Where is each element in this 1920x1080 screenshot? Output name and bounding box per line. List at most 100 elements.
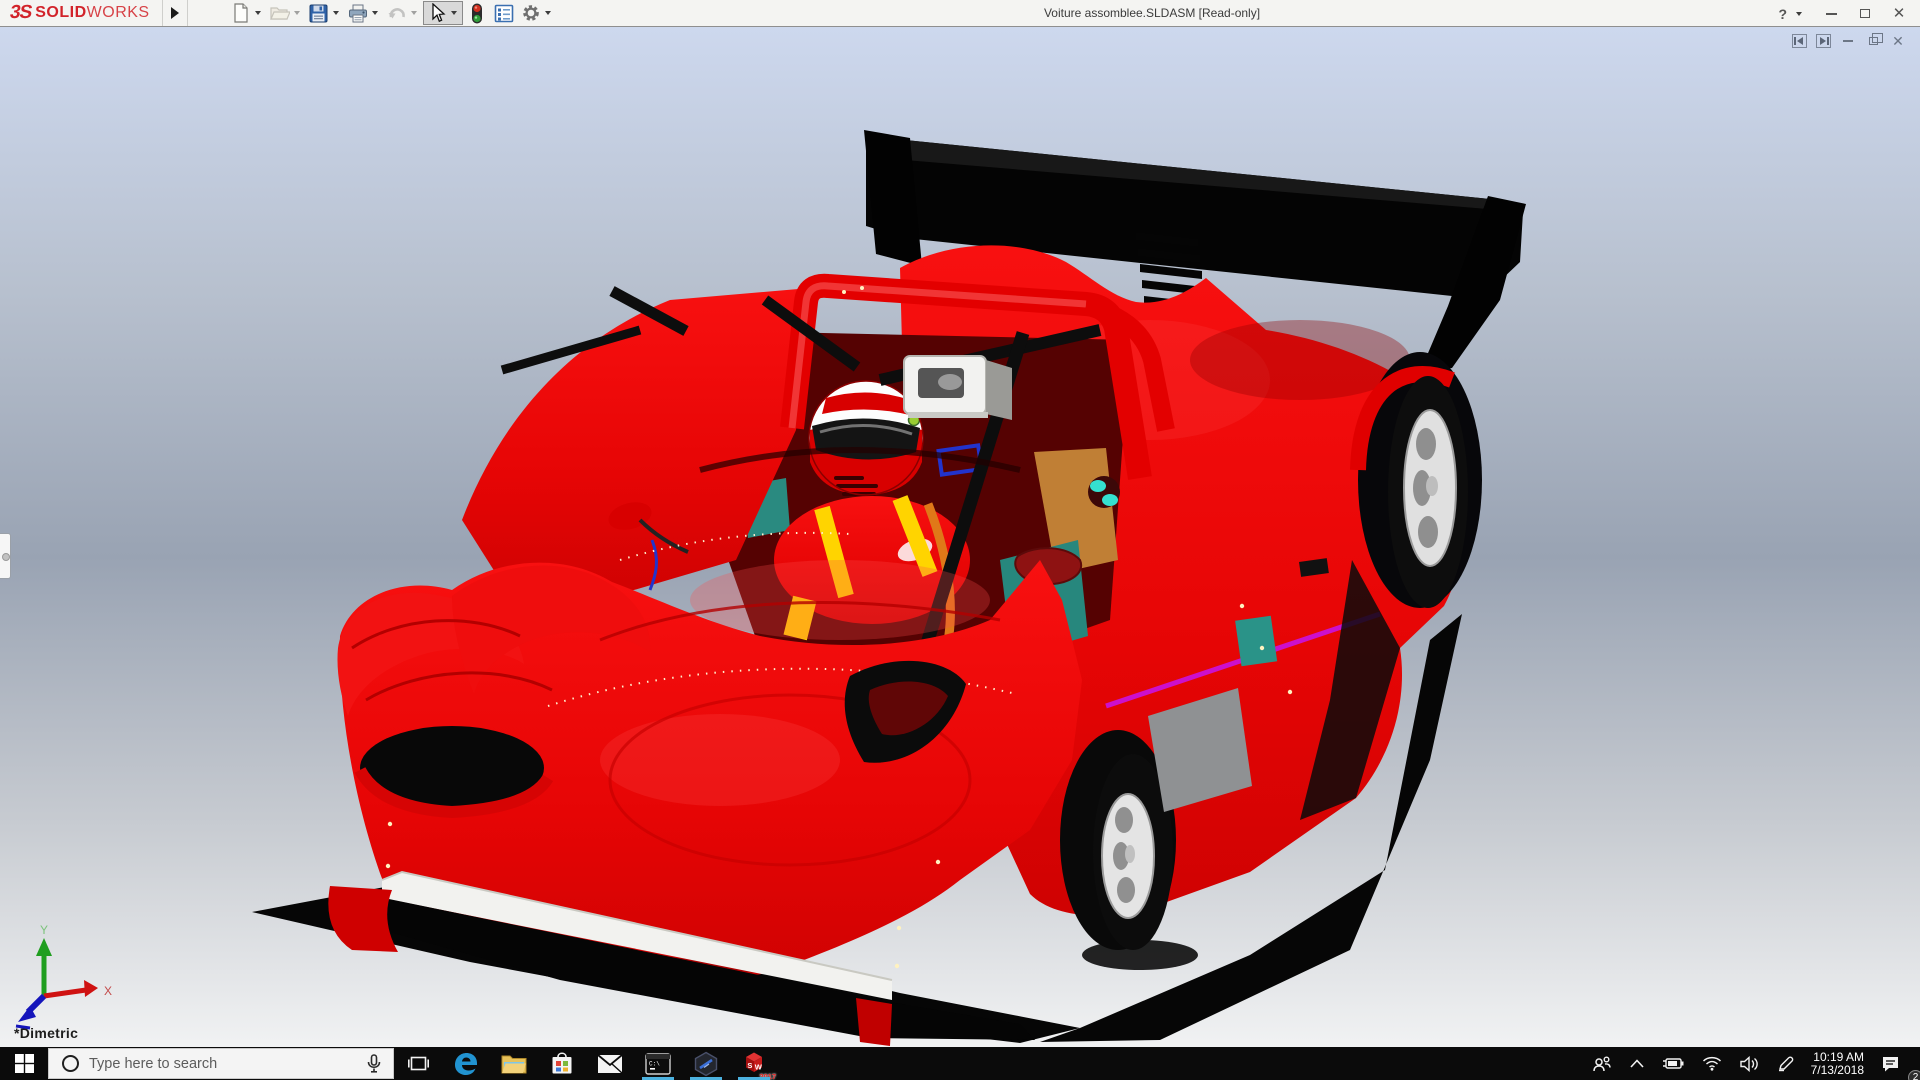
solidworks-logo-mark: 3S	[8, 2, 33, 24]
solidworks-logo-works: WORKS	[87, 4, 150, 22]
solidworks-window: 3S SOLID WORKS	[0, 0, 1920, 1080]
menu-flyout-button[interactable]	[162, 0, 188, 26]
help-button[interactable]: ?	[1776, 6, 1789, 22]
tile-right-pane-button[interactable]	[1816, 34, 1831, 48]
pen-button[interactable]	[1768, 1047, 1803, 1080]
window-controls: ? ✕	[1776, 0, 1914, 27]
print-button[interactable]	[345, 1, 383, 25]
action-center-icon	[1881, 1055, 1900, 1073]
rebuild-traffic-light-icon	[466, 2, 488, 24]
close-button[interactable]: ✕	[1884, 3, 1914, 25]
restore-button[interactable]	[1850, 3, 1880, 25]
print-dropdown[interactable]	[372, 11, 378, 15]
undo-button[interactable]	[384, 1, 422, 25]
settings-gear-icon	[520, 2, 542, 24]
save-button[interactable]	[306, 1, 344, 25]
select-dropdown[interactable]	[451, 11, 457, 15]
document-restore-icon	[1869, 37, 1878, 45]
start-button[interactable]	[0, 1047, 48, 1080]
taskbar-item-solidworks-2017[interactable]: S W 2017	[730, 1047, 778, 1080]
microphone-icon[interactable]	[367, 1054, 381, 1073]
volume-button[interactable]	[1731, 1047, 1768, 1080]
hidden-icons-button[interactable]	[1621, 1047, 1653, 1080]
volume-icon	[1740, 1056, 1759, 1072]
battery-button[interactable]	[1653, 1047, 1693, 1080]
tile-right-icon	[1817, 35, 1830, 47]
cmd-prompt-text: C:\	[649, 1060, 660, 1067]
notification-badge: 2	[1908, 1070, 1920, 1080]
title-bar: 3S SOLID WORKS	[0, 0, 1920, 27]
flyout-arrow-icon	[171, 7, 179, 19]
new-document-button[interactable]	[228, 1, 266, 25]
settings-button[interactable]	[518, 1, 556, 25]
quick-toolbar	[228, 1, 556, 25]
taskbar-item-command-prompt[interactable]: C:\	[634, 1047, 682, 1080]
race-car-model[interactable]: Y X	[0, 27, 1920, 1047]
svg-text:S: S	[747, 1061, 752, 1070]
task-view-icon	[408, 1054, 429, 1073]
select-tool-button[interactable]	[423, 1, 463, 25]
open-dropdown[interactable]	[294, 11, 300, 15]
document-close-icon: ✕	[1892, 34, 1904, 48]
action-center-button[interactable]: 2	[1872, 1047, 1916, 1080]
taskbar-item-edge[interactable]	[442, 1047, 490, 1080]
undo-dropdown[interactable]	[411, 11, 417, 15]
taskbar-search[interactable]	[48, 1048, 394, 1079]
file-explorer-icon	[501, 1053, 527, 1075]
clock-date: 7/13/2018	[1811, 1064, 1864, 1077]
clock[interactable]: 10:19 AM 7/13/2018	[1803, 1047, 1872, 1080]
wifi-icon	[1702, 1056, 1722, 1071]
triad-y-label: Y	[40, 923, 48, 937]
document-restore-button[interactable]	[1865, 33, 1881, 49]
taskbar-item-hexagon-app[interactable]	[682, 1047, 730, 1080]
pen-icon	[1777, 1055, 1794, 1072]
task-view-button[interactable]	[394, 1047, 442, 1080]
document-close-button[interactable]: ✕	[1890, 33, 1906, 49]
cortana-icon	[62, 1055, 79, 1072]
document-window-controls: ✕	[1792, 33, 1906, 49]
view-orientation-label: *Dimetric	[14, 1025, 78, 1041]
open-folder-icon	[269, 2, 291, 24]
people-button[interactable]	[1583, 1047, 1621, 1080]
component-properties-icon	[493, 2, 515, 24]
taskbar-item-mail[interactable]	[586, 1047, 634, 1080]
restore-icon	[1860, 9, 1870, 18]
close-icon: ✕	[1893, 6, 1906, 21]
taskbar-item-file-explorer[interactable]	[490, 1047, 538, 1080]
microsoft-store-icon	[550, 1051, 574, 1076]
solidworks-logo: 3S SOLID WORKS	[0, 0, 188, 26]
windows-logo-icon	[15, 1054, 34, 1073]
minimize-icon	[1826, 13, 1837, 15]
tile-left-pane-button[interactable]	[1792, 34, 1807, 48]
rebuild-button[interactable]	[464, 1, 490, 25]
orientation-triad: Y X	[16, 923, 112, 1028]
feature-manager-collapsed-tab[interactable]	[0, 533, 11, 579]
print-icon	[347, 2, 369, 24]
svg-text:W: W	[755, 1063, 763, 1072]
new-document-dropdown[interactable]	[255, 11, 261, 15]
open-button[interactable]	[267, 1, 305, 25]
hexagon-app-icon	[693, 1051, 719, 1077]
save-dropdown[interactable]	[333, 11, 339, 15]
system-tray: 10:19 AM 7/13/2018 2	[1583, 1047, 1920, 1080]
triad-x-label: X	[104, 984, 112, 998]
clock-time: 10:19 AM	[1813, 1051, 1864, 1064]
wifi-button[interactable]	[1693, 1047, 1731, 1080]
minimize-button[interactable]	[1816, 3, 1846, 25]
command-prompt-icon: C:\	[645, 1053, 671, 1075]
battery-icon	[1662, 1057, 1684, 1070]
document-minimize-icon	[1843, 40, 1853, 42]
document-title: Voiture assomblee.SLDASM [Read-only]	[1044, 6, 1260, 20]
graphics-viewport[interactable]: Y X ✕ *Dimetric	[0, 27, 1920, 1047]
chevron-up-icon	[1630, 1059, 1644, 1068]
component-properties-button[interactable]	[491, 1, 517, 25]
new-document-icon	[230, 2, 252, 24]
document-minimize-button[interactable]	[1840, 33, 1856, 49]
settings-dropdown[interactable]	[545, 11, 551, 15]
save-floppy-icon	[308, 2, 330, 24]
windows-taskbar: C:\ S W 2017	[0, 1047, 1920, 1080]
help-dropdown[interactable]	[1796, 12, 1802, 16]
search-input[interactable]	[89, 1056, 355, 1072]
solidworks-logo-solid: SOLID	[35, 4, 86, 22]
taskbar-item-microsoft-store[interactable]	[538, 1047, 586, 1080]
